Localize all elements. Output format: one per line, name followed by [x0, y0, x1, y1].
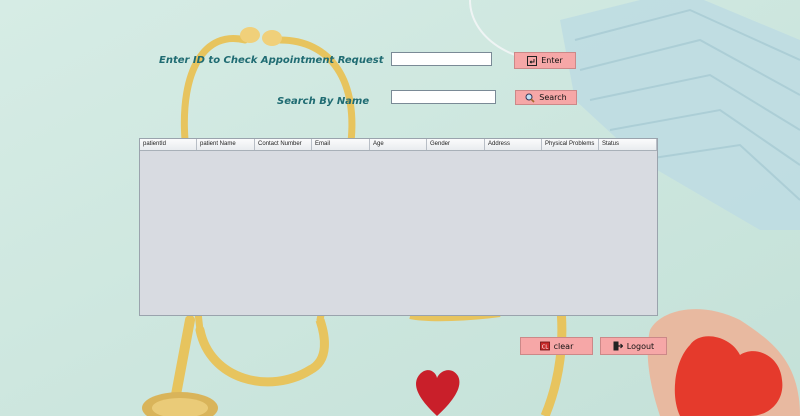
search-name-label: Search By Name — [277, 96, 370, 107]
svg-text:CL: CL — [541, 345, 547, 351]
logout-button[interactable]: Logout — [600, 337, 667, 355]
table-header: patientId patient Name Contact Number Em… — [140, 139, 657, 151]
search-button-label: Search — [539, 93, 567, 102]
column-header-gender[interactable]: Gender — [427, 139, 485, 150]
appointment-id-input[interactable] — [391, 52, 492, 66]
column-header-address[interactable]: Address — [485, 139, 542, 150]
clear-button[interactable]: CL clear — [520, 337, 593, 355]
logout-button-label: Logout — [626, 341, 655, 351]
column-header-contact-number[interactable]: Contact Number — [255, 139, 312, 150]
clear-icon: CL — [539, 341, 550, 351]
clear-button-label: clear — [553, 341, 574, 351]
column-header-patient-name[interactable]: patient Name — [197, 139, 255, 150]
search-button[interactable]: Search — [515, 90, 577, 105]
column-header-patient-id[interactable]: patientId — [140, 139, 197, 150]
search-name-input[interactable] — [391, 90, 496, 104]
enter-icon — [527, 55, 538, 66]
logout-icon — [613, 341, 624, 351]
column-header-age[interactable]: Age — [370, 139, 427, 150]
search-icon — [525, 93, 535, 103]
column-header-email[interactable]: Email — [312, 139, 370, 150]
column-header-status[interactable]: Status — [599, 139, 657, 150]
appointments-table[interactable]: patientId patient Name Contact Number Em… — [139, 138, 658, 316]
id-field-label: Enter ID to Check Appointment Request — [159, 55, 384, 66]
enter-button[interactable]: Enter — [514, 52, 576, 69]
enter-button-label: Enter — [541, 56, 563, 65]
column-header-physical-problems[interactable]: Physical Problems — [542, 139, 599, 150]
